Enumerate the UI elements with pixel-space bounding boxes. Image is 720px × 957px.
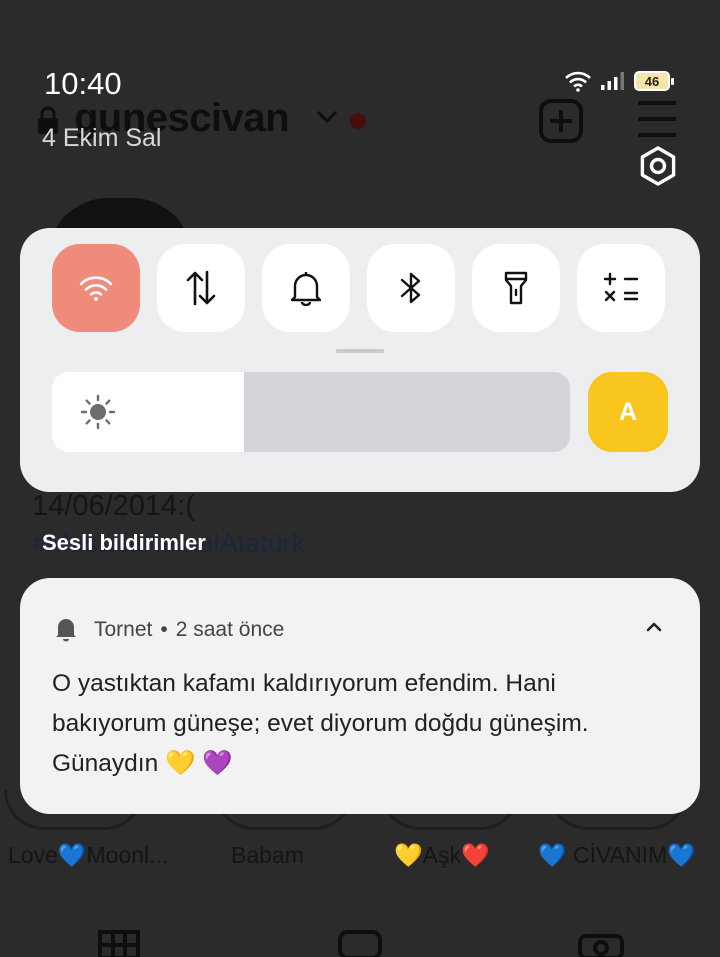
battery-level: 46 xyxy=(644,73,660,89)
quick-settings-panel: A xyxy=(20,228,700,492)
data-arrows-icon xyxy=(186,270,216,306)
highlight-label: 💛Aşk❤️ xyxy=(394,842,490,868)
auto-brightness-button[interactable]: A xyxy=(588,372,668,452)
chevron-up-icon[interactable] xyxy=(644,620,664,634)
wifi-icon xyxy=(79,276,113,301)
tile-flashlight[interactable] xyxy=(472,244,560,332)
panel-drag-handle[interactable] xyxy=(336,349,384,353)
bell-icon xyxy=(56,619,76,642)
status-icons: 46 xyxy=(564,70,674,92)
reels-icon xyxy=(338,930,382,957)
tile-sound[interactable] xyxy=(262,244,350,332)
tile-bluetooth[interactable] xyxy=(367,244,455,332)
signal-icon xyxy=(601,72,624,90)
notification-body: O yastıktan kafamı kaldırıyorum efendim.… xyxy=(52,670,589,777)
highlight-label: Babam xyxy=(231,842,304,868)
add-post-icon xyxy=(539,99,583,143)
battery-icon: 46 xyxy=(634,71,674,91)
highlight-label: Love💙Moonl... xyxy=(8,842,169,868)
status-date: 4 Ekim Sal xyxy=(42,124,162,152)
settings-gear-icon[interactable] xyxy=(638,146,678,186)
tile-mobile-data[interactable] xyxy=(157,244,245,332)
wifi-icon xyxy=(565,71,591,92)
notification-section-title: Sesli bildirimler xyxy=(42,530,206,555)
menu-icon xyxy=(638,101,676,137)
notification-app-name: Tornet xyxy=(94,618,153,641)
tile-calculator[interactable] xyxy=(577,244,665,332)
flashlight-icon xyxy=(504,271,528,305)
notification-dot xyxy=(350,113,366,129)
grid-icon xyxy=(98,930,140,957)
tile-wifi[interactable] xyxy=(52,244,140,332)
chevron-down-icon xyxy=(316,110,338,124)
brightness-slider[interactable] xyxy=(52,372,570,452)
status-time: 10:40 xyxy=(44,66,122,101)
notification-card[interactable]: Tornet • 2 saat önce O yastıktan kafamı … xyxy=(20,578,700,814)
brightness-sun-icon xyxy=(80,394,116,430)
notification-time: 2 saat önce xyxy=(175,618,285,641)
calculator-icon xyxy=(603,272,639,302)
notification-separator: • xyxy=(160,618,168,641)
tagged-icon xyxy=(578,934,624,957)
bell-icon xyxy=(290,272,322,306)
bluetooth-icon xyxy=(400,272,421,304)
notification-header: Tornet • 2 saat önce xyxy=(94,618,284,642)
bio-date: 14/06/2014:( xyxy=(32,490,195,522)
highlight-label: 💙 CİVANIM💙 xyxy=(538,842,696,868)
